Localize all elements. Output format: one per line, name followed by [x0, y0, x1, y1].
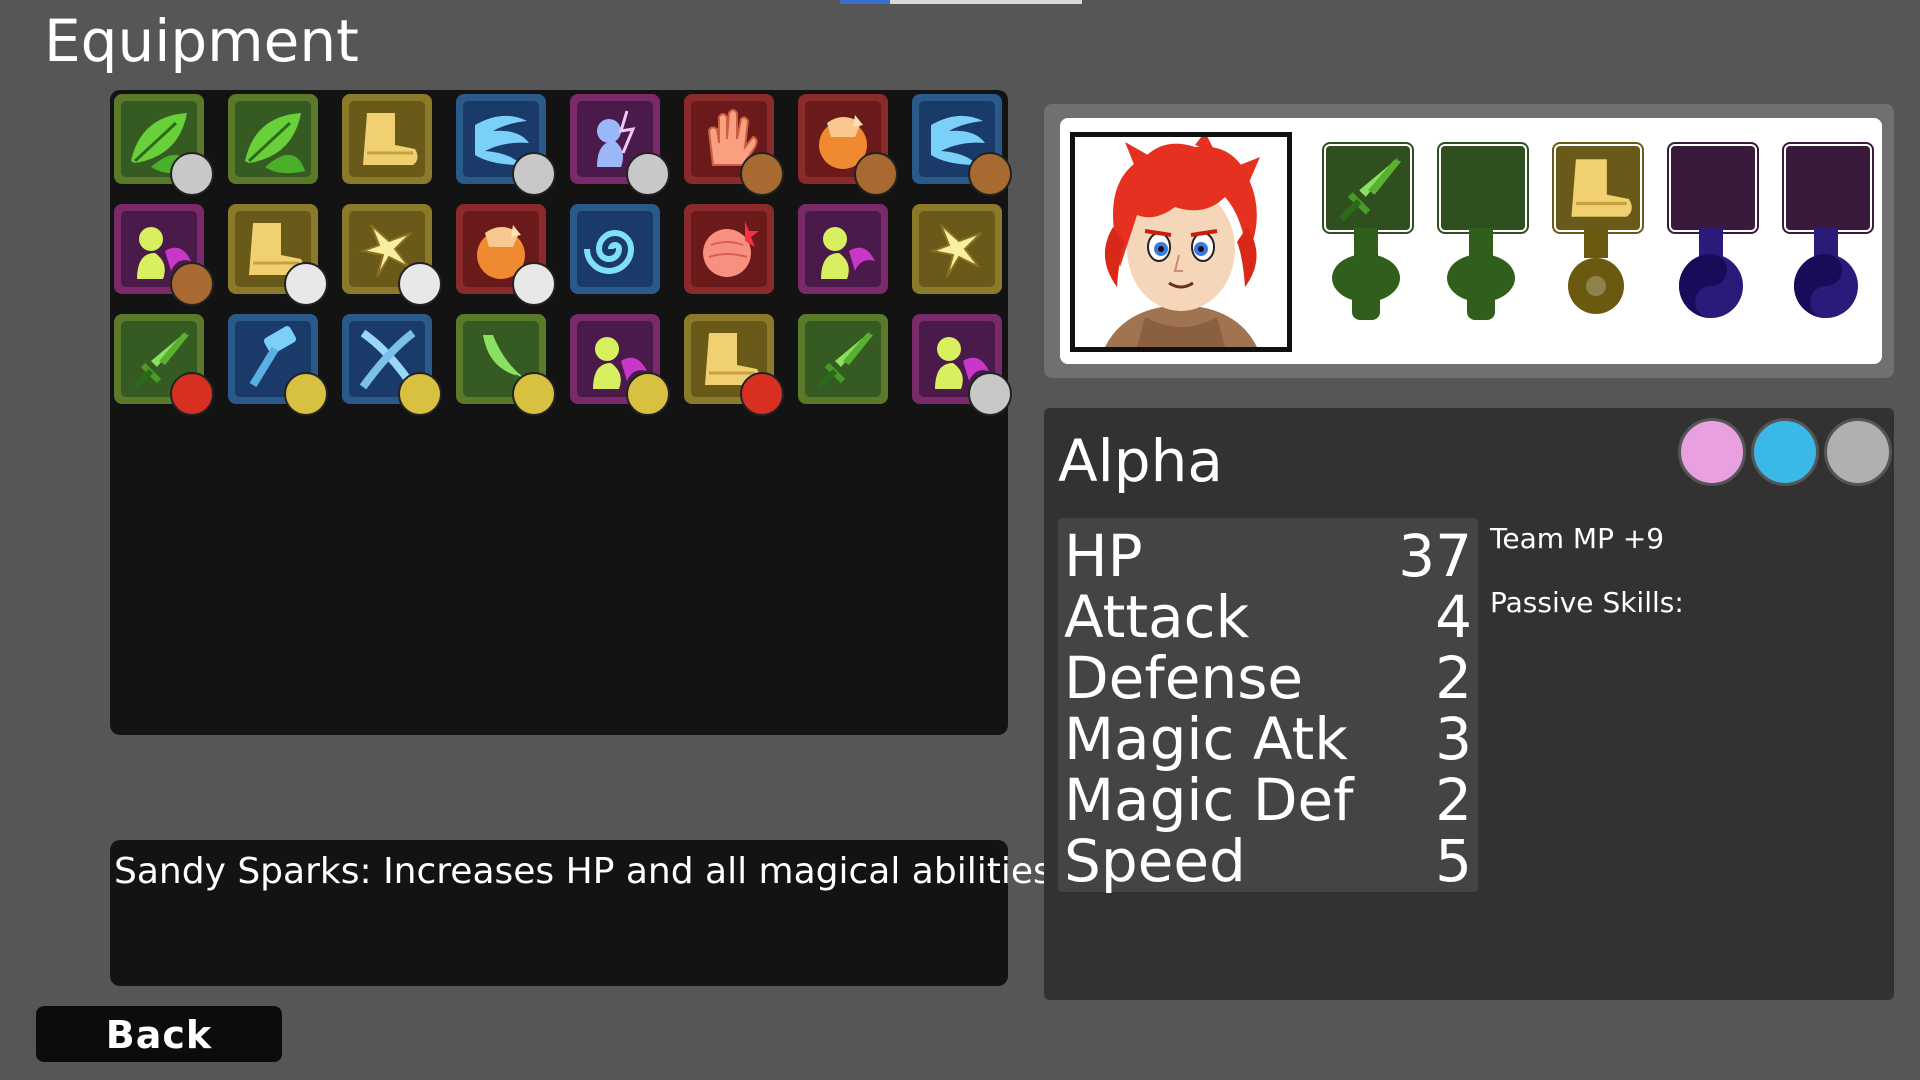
spirit-icon [805, 211, 881, 287]
empty-slot [1784, 144, 1872, 232]
inventory-slot[interactable] [342, 204, 442, 306]
inventory-slot[interactable] [456, 94, 556, 196]
swirl-icon [577, 211, 653, 287]
gear-icon [1558, 248, 1634, 324]
goblin-icon [398, 372, 442, 416]
item-description: Sandy Sparks: Increases HP and all magic… [114, 851, 1064, 892]
inventory-slot[interactable] [798, 314, 888, 404]
stat-row: Defense 2 [1064, 648, 1478, 708]
inventory-slot[interactable] [798, 94, 898, 196]
inventory-slot[interactable] [456, 314, 556, 416]
top-progress-bar [840, 0, 1082, 4]
empty-slot [1439, 144, 1527, 232]
inventory-slot[interactable] [912, 94, 1012, 196]
orb-icon [691, 211, 767, 287]
brown-hair-girl-icon [170, 262, 214, 306]
inventory-slot[interactable] [114, 314, 214, 416]
inventory-slot[interactable] [228, 94, 318, 184]
boot-icon [349, 101, 425, 177]
inventory-slot[interactable] [912, 314, 1012, 416]
inventory-slot[interactable] [114, 204, 214, 306]
team-bonus: Team MP +9 [1490, 522, 1665, 555]
character-portrait[interactable] [1070, 132, 1292, 352]
brown-hair-girl-icon [854, 152, 898, 196]
stat-row: Speed 5 [1064, 831, 1478, 891]
stat-value: 37 [1398, 522, 1472, 590]
stat-label: Magic Def [1064, 766, 1354, 834]
inventory-slot[interactable] [684, 94, 784, 196]
inventory-slot[interactable] [912, 204, 1002, 294]
empty-slot [1669, 144, 1757, 232]
pink-creature-icon[interactable] [1678, 418, 1746, 486]
inventory-slot[interactable] [342, 314, 442, 416]
inventory-slot[interactable] [342, 94, 432, 184]
top-progress-fill [840, 0, 890, 4]
inventory-slot[interactable] [570, 314, 670, 416]
stat-value: 2 [1435, 766, 1472, 834]
inventory-slot[interactable] [798, 204, 888, 294]
passive-skills-label: Passive Skills: [1490, 586, 1684, 619]
inventory-slot[interactable] [570, 204, 660, 294]
grey-creature-icon [512, 152, 556, 196]
sword-icon [1324, 144, 1412, 232]
blue-fist-icon[interactable] [1751, 418, 1819, 486]
yin-yang-icon [1788, 248, 1864, 324]
stat-label: Speed [1064, 827, 1246, 895]
goblin-icon [626, 372, 670, 416]
inventory-slot[interactable] [684, 204, 774, 294]
mushroom-icon [1443, 248, 1519, 324]
stat-row: Magic Atk 3 [1064, 709, 1478, 769]
brown-hair-girl-icon [968, 152, 1012, 196]
panda-icon [398, 262, 442, 306]
sword-icon [805, 321, 881, 397]
leaf-icon [235, 101, 311, 177]
stat-row: Magic Def 2 [1064, 770, 1478, 830]
grey-creature-icon [968, 372, 1012, 416]
red-hair-hero-portrait [1075, 132, 1287, 347]
panda-icon [512, 262, 556, 306]
inventory-slot[interactable] [684, 314, 784, 416]
inventory-slot[interactable] [570, 94, 670, 196]
boot-icon [1554, 144, 1642, 232]
stat-label: Magic Atk [1064, 705, 1348, 773]
yin-yang-icon [1673, 248, 1749, 324]
equipment-slot-weapon[interactable] [1425, 138, 1535, 348]
inventory-slot[interactable] [228, 314, 328, 416]
sparks-icon [919, 211, 995, 287]
grey-creature-icon [170, 152, 214, 196]
grey-creature-icon [626, 152, 670, 196]
goblin-icon [284, 372, 328, 416]
equipment-slot-accessory[interactable] [1655, 138, 1765, 348]
equipment-slot-armor[interactable] [1540, 138, 1650, 348]
red-hair-hero-icon [170, 372, 214, 416]
stat-value: 4 [1435, 583, 1472, 651]
stat-row: HP 37 [1064, 526, 1478, 586]
panda-icon [284, 262, 328, 306]
stat-label: HP [1064, 522, 1143, 590]
stat-value: 2 [1435, 644, 1472, 712]
red-hair-hero-icon [740, 372, 784, 416]
stat-value: 3 [1435, 705, 1472, 773]
mushroom-icon [1328, 248, 1404, 324]
brown-hair-girl-icon [740, 152, 784, 196]
stat-label: Attack [1064, 583, 1250, 651]
grey-hexagon-icon[interactable] [1824, 418, 1892, 486]
equipment-slot-weapon[interactable] [1310, 138, 1420, 348]
stat-row: Attack 4 [1064, 587, 1478, 647]
inventory-slot[interactable] [228, 204, 328, 306]
stat-value: 5 [1435, 827, 1472, 895]
inventory-slot[interactable] [456, 204, 556, 306]
stat-label: Defense [1064, 644, 1304, 712]
character-name: Alpha [1058, 427, 1223, 495]
goblin-icon [512, 372, 556, 416]
equipment-slot-accessory[interactable] [1770, 138, 1880, 348]
inventory-slot[interactable] [114, 94, 214, 196]
back-button[interactable]: Back [36, 1006, 282, 1062]
screen-title: Equipment [44, 7, 359, 75]
